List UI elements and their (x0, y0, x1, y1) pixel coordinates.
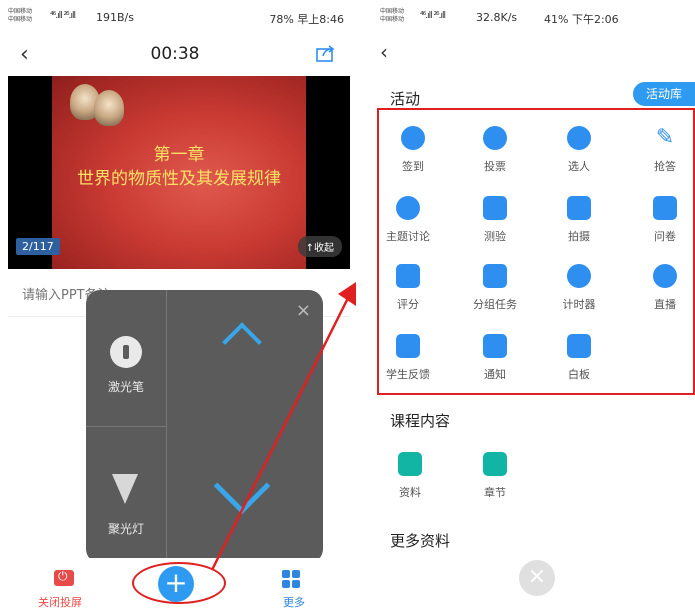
activity-live[interactable]: 直播 (630, 264, 695, 312)
activity-whiteboard[interactable]: 白板 (544, 334, 614, 382)
live-icon (653, 264, 677, 288)
activity-pick-person[interactable]: 选人 (544, 126, 614, 174)
activity-rating[interactable]: 评分 (373, 264, 443, 312)
activity-library-button[interactable]: 活动库 (633, 82, 695, 106)
chapter-icon (483, 452, 507, 476)
activity-quick-answer[interactable]: ✎ 抢答 (630, 126, 695, 174)
activity-questionnaire[interactable]: 问卷 (630, 196, 695, 244)
more-label[interactable]: 更多 (283, 594, 305, 608)
quiz-icon (483, 196, 507, 220)
network-speed: 32.8K/s (476, 11, 518, 24)
quick-answer-icon: ✎ (655, 125, 675, 150)
notice-icon (483, 334, 507, 358)
course-chapters[interactable]: 章节 (460, 452, 530, 500)
more-materials-heading: 更多资料 (390, 532, 451, 550)
collapse-button[interactable]: ↑收起 (297, 236, 342, 257)
carrier-label: 中国移动 中国移动 (380, 8, 405, 23)
whiteboard-icon (567, 334, 591, 358)
carrier-label: 中国移动 中国移动 (8, 8, 33, 23)
laser-pointer-icon[interactable] (110, 336, 142, 368)
activity-camera[interactable]: 拍摄 (544, 196, 614, 244)
page-indicator: 2/117 (16, 238, 60, 255)
camera-icon (567, 196, 591, 220)
slide-chapter: 第一章 (153, 145, 205, 165)
course-content-heading: 课程内容 (390, 412, 451, 430)
rating-icon (396, 264, 420, 288)
sign-in-icon (401, 126, 425, 150)
close-button[interactable]: × (519, 560, 555, 596)
slide-title: 世界的物质性及其发展规律 (77, 169, 281, 189)
close-projection-label[interactable]: 关闭投屏 (38, 594, 82, 608)
share-icon[interactable] (316, 44, 336, 62)
activity-discussion[interactable]: 主题讨论 (373, 196, 443, 244)
status-bar: 中国移动 中国移动 ⁴⁶.ıll ²⁶.ıll 191B/s 78% 早上8:4… (0, 0, 350, 34)
activity-sign-in[interactable]: 签到 (378, 126, 448, 174)
activity-menu-screen: 中国移动 中国移动 ⁴⁶.ıll ²⁶.ıll 32.8K/s 41% 下午2:… (360, 0, 695, 608)
annotation-arrow (210, 282, 356, 571)
laser-pointer-label[interactable]: 激光笔 (86, 378, 166, 395)
spotlight-icon[interactable] (112, 474, 138, 504)
feedback-icon (396, 334, 420, 358)
ppt-slide[interactable]: 第一章 世界的物质性及其发展规律 2/117 ↑收起 (8, 76, 350, 269)
pick-person-icon (567, 126, 591, 150)
slide-background: 第一章 世界的物质性及其发展规律 (52, 76, 306, 269)
discussion-icon (396, 196, 420, 220)
spotlight-label[interactable]: 聚光灯 (86, 520, 166, 537)
battery-time: 78% 早上8:46 (269, 13, 344, 26)
close-projection-icon[interactable] (54, 569, 74, 586)
battery-time: 41% 下午2:06 (544, 13, 619, 26)
signal-icon: ⁴⁶.ıll ²⁶.ıll (50, 11, 76, 21)
signal-icon: ⁴⁶.ıll ²⁶.ıll (420, 11, 446, 21)
group-task-icon (483, 264, 507, 288)
activity-timer[interactable]: 计时器 (544, 264, 614, 312)
activity-notice[interactable]: 通知 (460, 334, 530, 382)
course-materials[interactable]: 资料 (375, 452, 445, 500)
back-icon[interactable]: ‹ (380, 40, 388, 64)
activity-quiz[interactable]: 测验 (460, 196, 530, 244)
portrait-image (94, 90, 124, 126)
session-timer: 00:38 (150, 44, 200, 64)
folder-icon (398, 452, 422, 476)
activity-group-task[interactable]: 分组任务 (460, 264, 530, 312)
network-speed: 191B/s (96, 11, 134, 24)
activity-vote[interactable]: 投票 (460, 126, 530, 174)
divider (86, 426, 166, 427)
activities-heading: 活动 (390, 90, 421, 108)
top-bar: ‹ 00:38 (0, 38, 350, 70)
activity-feedback[interactable]: 学生反馈 (373, 334, 443, 382)
timer-icon (567, 264, 591, 288)
questionnaire-icon (653, 196, 677, 220)
vote-icon (483, 126, 507, 150)
divider (166, 290, 167, 563)
